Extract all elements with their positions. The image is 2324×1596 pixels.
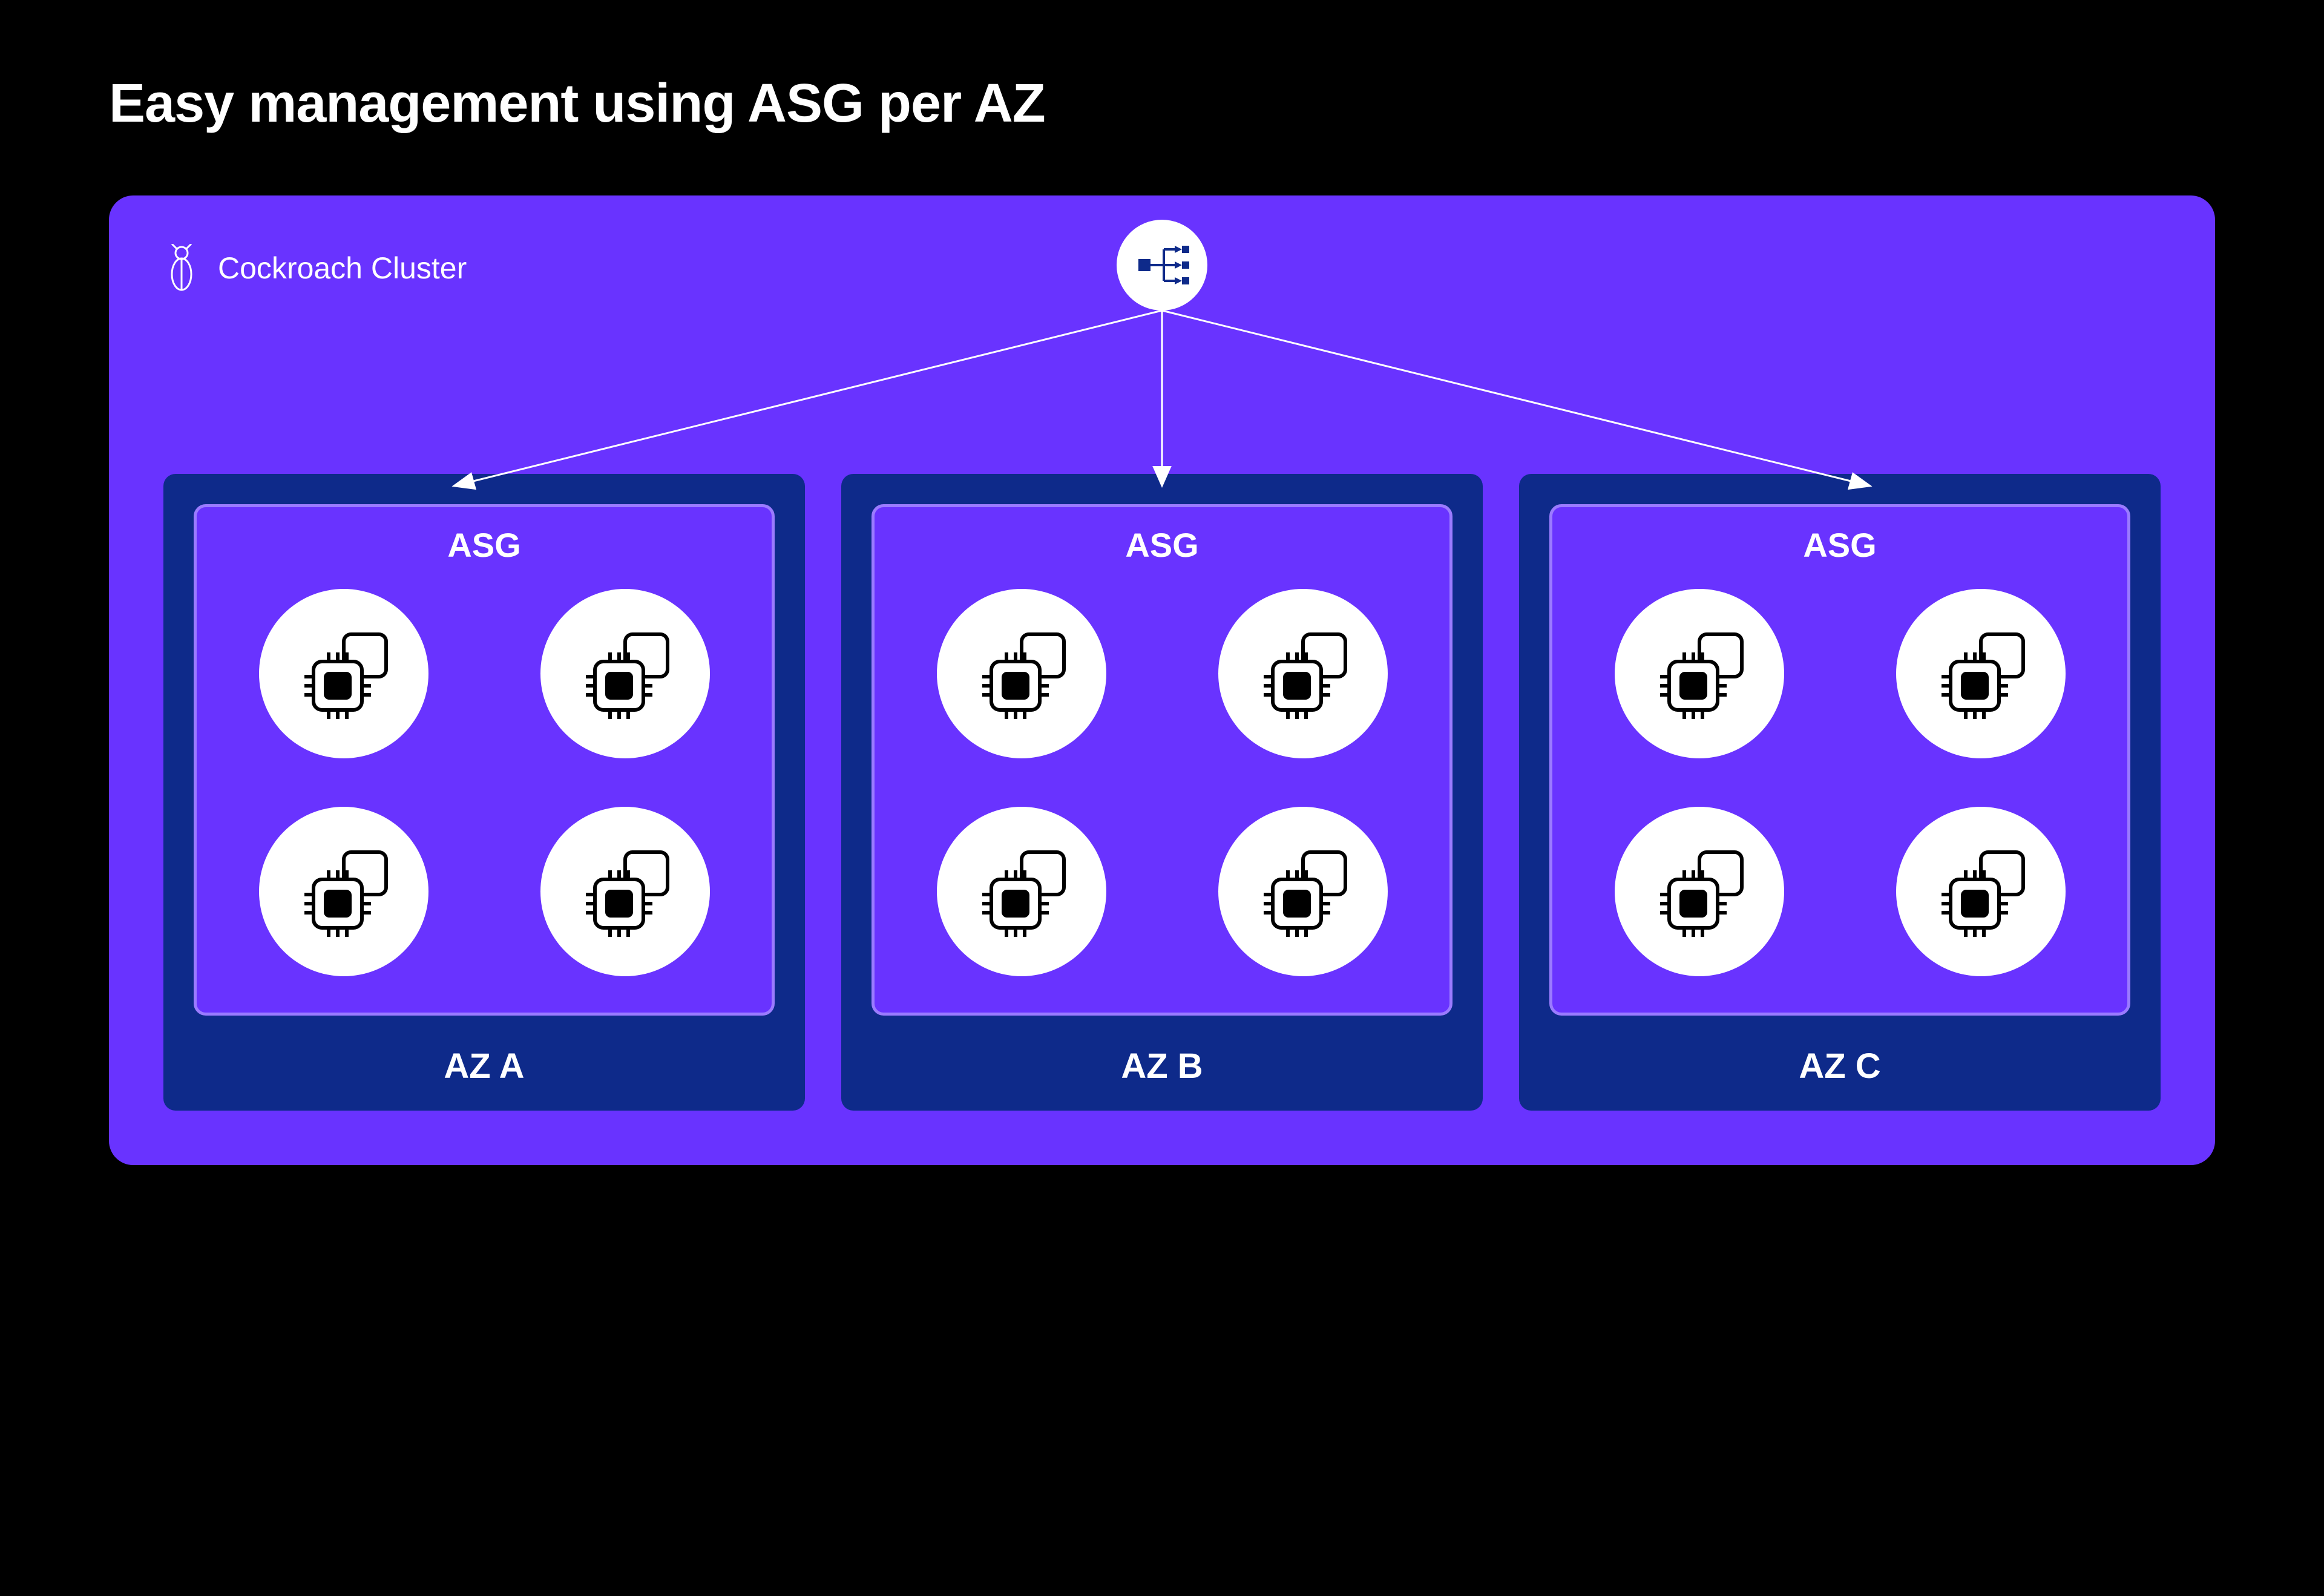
cluster-label: Cockroach Cluster	[218, 251, 467, 286]
asg-box: ASG	[194, 504, 775, 1016]
compute-node-icon	[259, 589, 428, 758]
az-box-b: ASG	[841, 474, 1483, 1111]
node-grid	[1583, 589, 2097, 976]
az-label: AZ C	[1799, 1046, 1880, 1086]
asg-label: ASG	[447, 525, 520, 565]
availability-zone-row: ASG	[163, 474, 2161, 1111]
diagram-title: Easy management using ASG per AZ	[109, 73, 2215, 135]
compute-node-icon	[1218, 807, 1388, 976]
az-box-a: ASG	[163, 474, 805, 1111]
node-grid	[227, 589, 741, 976]
compute-node-icon	[540, 589, 710, 758]
az-box-c: ASG	[1519, 474, 2161, 1111]
compute-node-icon	[1615, 807, 1784, 976]
load-balancer-icon	[1117, 220, 1207, 310]
az-label: AZ B	[1121, 1046, 1203, 1086]
compute-node-icon	[259, 807, 428, 976]
asg-label: ASG	[1803, 525, 1876, 565]
cluster-panel: Cockroach Cluster	[109, 195, 2215, 1165]
node-grid	[905, 589, 1419, 976]
compute-node-icon	[540, 807, 710, 976]
compute-node-icon	[937, 807, 1106, 976]
distribution-arrows	[109, 304, 2215, 498]
compute-node-icon	[1896, 589, 2066, 758]
cockroach-icon	[163, 244, 200, 292]
asg-label: ASG	[1125, 525, 1198, 565]
compute-node-icon	[937, 589, 1106, 758]
asg-box: ASG	[872, 504, 1452, 1016]
compute-node-icon	[1218, 589, 1388, 758]
az-label: AZ A	[444, 1046, 524, 1086]
compute-node-icon	[1615, 589, 1784, 758]
compute-node-icon	[1896, 807, 2066, 976]
asg-box: ASG	[1549, 504, 2130, 1016]
